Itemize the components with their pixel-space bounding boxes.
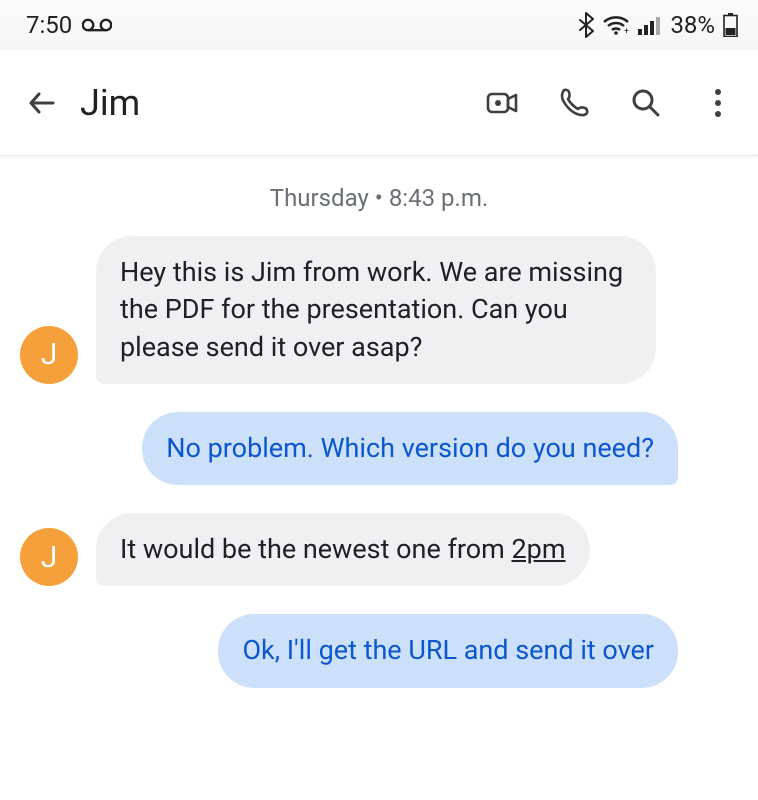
message-bubble[interactable]: Hey this is Jim from work. We are missin…: [96, 236, 656, 384]
arrow-left-icon: [25, 86, 59, 120]
more-button[interactable]: [696, 81, 740, 125]
status-bar: 7:50 +: [0, 0, 758, 50]
phone-icon: [555, 84, 593, 122]
call-button[interactable]: [552, 81, 596, 125]
date-separator: Thursday • 8:43 p.m.: [20, 184, 738, 212]
battery-percent: 38%: [670, 11, 715, 39]
cell-signal-icon: [638, 15, 662, 35]
video-icon: [482, 83, 522, 123]
message-bubble[interactable]: It would be the newest one from 2pm: [96, 513, 590, 586]
status-time: 7:50: [26, 11, 72, 39]
conversation-area[interactable]: Thursday • 8:43 p.m. J Hey this is Jim f…: [0, 156, 758, 688]
message-text: It would be the newest one from: [120, 533, 512, 565]
more-vert-icon: [713, 87, 723, 119]
message-row-incoming: J It would be the newest one from 2pm: [20, 513, 738, 586]
search-button[interactable]: [624, 81, 668, 125]
avatar[interactable]: J: [20, 326, 78, 384]
avatar[interactable]: J: [20, 528, 78, 586]
voicemail-icon: [82, 17, 112, 33]
app-toolbar: Jim: [0, 50, 758, 156]
battery-icon: [723, 13, 738, 37]
message-row-outgoing: No problem. Which version do you need?: [20, 412, 738, 485]
video-call-button[interactable]: [480, 81, 524, 125]
bluetooth-icon: [578, 12, 594, 38]
wifi-icon: +: [602, 14, 630, 36]
message-row-incoming: J Hey this is Jim from work. We are miss…: [20, 236, 738, 384]
svg-text:+: +: [624, 27, 629, 36]
message-bubble[interactable]: Ok, I'll get the URL and send it over: [218, 614, 678, 687]
message-row-outgoing: Ok, I'll get the URL and send it over: [20, 614, 738, 687]
message-bubble[interactable]: No problem. Which version do you need?: [142, 412, 678, 485]
contact-title[interactable]: Jim: [80, 82, 480, 124]
time-link[interactable]: 2pm: [512, 533, 566, 565]
back-button[interactable]: [18, 79, 66, 127]
search-icon: [628, 85, 664, 121]
